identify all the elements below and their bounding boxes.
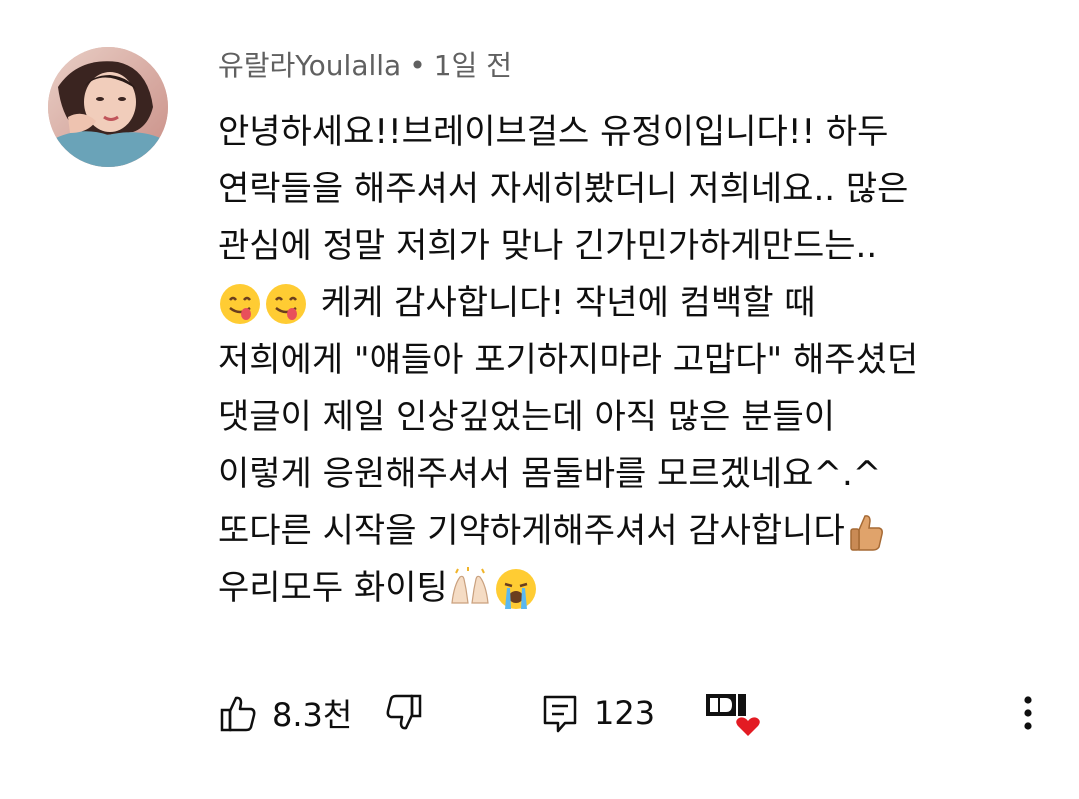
comment-line: 우리모두 화이팅: [218, 560, 1038, 617]
author-avatar[interactable]: [48, 47, 168, 167]
comment-thread: 유랄라Youlalla • 1일 전 안녕하세요!!브레이브걸스 유정이입니다!! …: [0, 0, 1079, 799]
comment-line: 연락들을 해주셔서 자세히봤더니 저희네요.. 많은: [218, 161, 1038, 218]
thumbs-down-icon: [386, 694, 422, 730]
creator-heart-icon: [706, 694, 760, 736]
reply-count: 123: [594, 694, 656, 732]
creator-heart-badge: [704, 688, 764, 738]
thumbs-up-icon: [220, 696, 256, 732]
raised-hands-emoji: [448, 566, 492, 611]
comment-line-text: 또다른 시작을 기약하게해주셔서 감사합니다: [218, 511, 845, 551]
more-actions-button[interactable]: [1008, 688, 1048, 738]
comment-line-text: 연락들을 해주셔서 자세히봤더니 저희네요.. 많은: [218, 169, 909, 209]
like-button[interactable]: 8.3천: [218, 688, 352, 738]
replies-button[interactable]: 123: [540, 688, 655, 738]
meta-separator: •: [409, 49, 426, 82]
yum-face-emoji: [218, 282, 262, 326]
comment-meta: 유랄라Youlalla • 1일 전: [218, 46, 1038, 86]
author-name[interactable]: 유랄라Youlalla: [218, 49, 401, 82]
dislike-button[interactable]: [384, 688, 424, 738]
comment-content: 유랄라Youlalla • 1일 전 안녕하세요!!브레이브걸스 유정이입니다!! …: [218, 46, 1038, 617]
like-count: 8.3천: [272, 696, 353, 734]
comment-time[interactable]: 1일 전: [434, 49, 512, 82]
comment-line: 안녕하세요!!브레이브걸스 유정이입니다!! 하두: [218, 104, 1038, 161]
comment-action-bar: 8.3천 123: [218, 688, 1048, 738]
comment-line-text: 저희에게 "얘들아 포기하지마라 고맙다" 해주셨던: [218, 340, 919, 380]
comment-line: 케케 감사합니다! 작년에 컴백할 때: [218, 275, 1038, 332]
thumbs-up-emoji: [845, 510, 889, 554]
comment-line-text: 관심에 정말 저희가 맞나 긴가민가하게만드는..: [218, 226, 878, 266]
comment-line-text: 댓글이 제일 인상깊었는데 아직 많은 분들이: [218, 397, 836, 437]
yum-face-emoji: [264, 282, 308, 326]
comment-line-text: 케케 감사합니다! 작년에 컴백할 때: [310, 283, 816, 323]
comment-line: 저희에게 "얘들아 포기하지마라 고맙다" 해주셨던: [218, 332, 1038, 389]
comment-line: 이렇게 응원해주셔서 몸둘바를 모르겠네요^.^: [218, 446, 1038, 503]
comment-line: 댓글이 제일 인상깊었는데 아직 많은 분들이: [218, 389, 1038, 446]
comment-line-text: 우리모두 화이팅: [218, 568, 448, 608]
comment-body: 안녕하세요!!브레이브걸스 유정이입니다!! 하두 연락들을 해주셔서 자세히봤…: [218, 104, 1038, 617]
comment-bubble-icon: [543, 695, 577, 733]
loudly-crying-face-emoji: [494, 567, 538, 611]
comment-line: 관심에 정말 저희가 맞나 긴가민가하게만드는..: [218, 218, 1038, 275]
comment-line: 또다른 시작을 기약하게해주셔서 감사합니다: [218, 503, 1038, 560]
comment-line-text: 안녕하세요!!브레이브걸스 유정이입니다!! 하두: [218, 112, 889, 152]
avatar-image: [48, 47, 168, 167]
comment-line-text: 이렇게 응원해주셔서 몸둘바를 모르겠네요^.^: [218, 454, 882, 494]
more-vert-icon: [1024, 696, 1032, 730]
